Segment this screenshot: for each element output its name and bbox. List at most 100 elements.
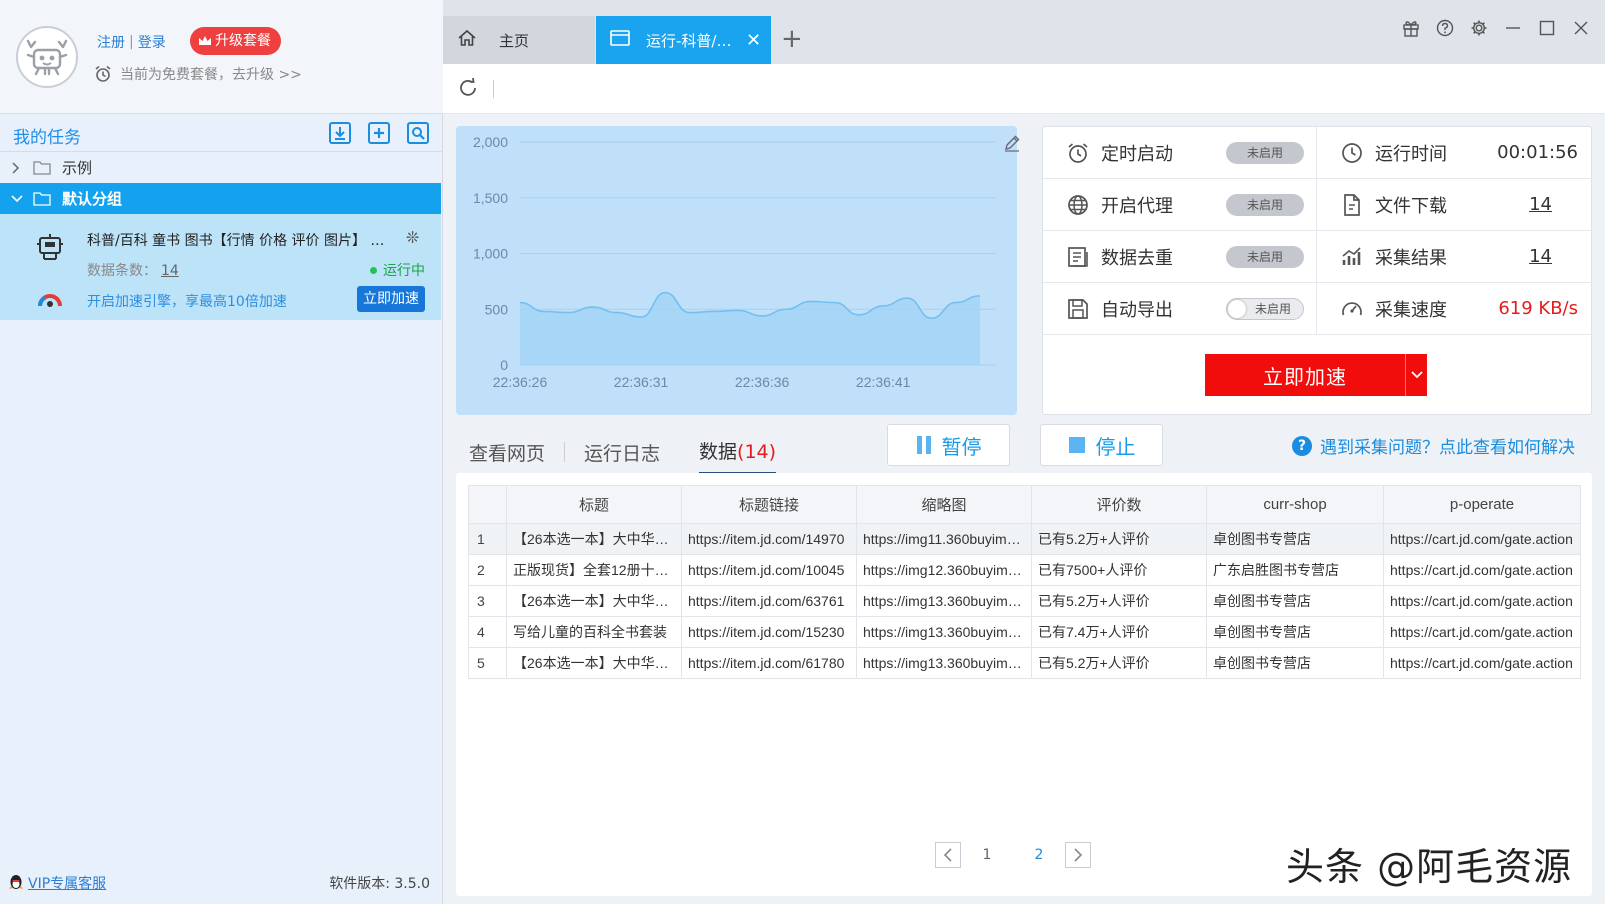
table-row[interactable]: 1 【26本选一本】大中华寻宝系列 https://item.jd.com/14…	[468, 523, 1581, 555]
column-header[interactable]	[468, 485, 507, 524]
column-header[interactable]: 评价数	[1031, 485, 1207, 524]
tab-bar: 主页 运行-科普/百科 童书 ✕ +	[443, 0, 1605, 64]
table-cell[interactable]: https://img13.360buyimg.com	[856, 647, 1032, 679]
stop-button[interactable]: 停止	[1040, 424, 1163, 466]
tab-home[interactable]: 主页	[443, 16, 595, 64]
tab-data[interactable]: 数据(14)	[699, 437, 777, 475]
close-window-icon[interactable]	[1571, 18, 1591, 38]
downloads-row: 文件下载 14	[1317, 179, 1592, 231]
register-link[interactable]: 注册	[97, 32, 125, 52]
avatar[interactable]	[16, 26, 78, 88]
task-card[interactable]: 科普/百科 童书 图书【行情 价格 评价 图片】 京东 ❊ 数据条数： 14 运行…	[0, 214, 441, 320]
table-cell[interactable]: 【26本选一本】大中华寻宝系列	[506, 647, 682, 679]
table-cell[interactable]: https://cart.jd.com/gate.action	[1383, 585, 1581, 617]
table-cell[interactable]: https://img12.360buyimg.com	[856, 554, 1032, 586]
gear-icon[interactable]	[1469, 18, 1489, 38]
pause-button[interactable]: 暂停	[887, 424, 1010, 466]
group-default[interactable]: 默认分组	[0, 183, 441, 214]
table-cell[interactable]: https://cart.jd.com/gate.action	[1383, 616, 1581, 648]
page-2[interactable]: 2	[1013, 847, 1065, 863]
close-icon[interactable]: ✕	[746, 30, 761, 51]
data-count-value[interactable]: 14	[161, 263, 179, 279]
proxy-label: 开启代理	[1101, 195, 1173, 217]
upgrade-plan-label: 升级套餐	[215, 33, 271, 49]
help-link[interactable]: ? 遇到采集问题？点此查看如何解决	[1292, 433, 1575, 458]
chevron-right-icon	[11, 161, 23, 174]
table-cell[interactable]: https://item.jd.com/61780	[681, 647, 857, 679]
table-cell[interactable]: 【26本选一本】大中华寻宝系列	[506, 523, 682, 555]
table-cell[interactable]: 广东启胜图书专营店	[1206, 554, 1384, 586]
table-cell[interactable]: https://item.jd.com/14970	[681, 523, 857, 555]
table-cell[interactable]: https://cart.jd.com/gate.action	[1383, 554, 1581, 586]
table-cell[interactable]: 卓创图书专营店	[1206, 523, 1384, 555]
profile-panel: 注册 | 登录 升级套餐 当前为免费套餐，去升级 >>	[0, 0, 443, 114]
help-icon[interactable]	[1435, 18, 1455, 38]
column-header[interactable]: 标题	[506, 485, 682, 524]
group-example[interactable]: 示例	[0, 152, 441, 183]
column-header[interactable]: curr-shop	[1206, 485, 1384, 524]
dedupe-label: 数据去重	[1101, 247, 1173, 269]
downloads-value[interactable]: 14	[1529, 194, 1552, 215]
table-cell[interactable]: 卓创图书专营店	[1206, 647, 1384, 679]
accelerate-label: 立即加速	[1263, 364, 1347, 389]
table-row[interactable]: 2 正版现货】全套12册十万个为什么 https://item.jd.com/1…	[468, 554, 1581, 586]
upgrade-plan-button[interactable]: 升级套餐	[190, 27, 281, 55]
table-cell[interactable]: https://img13.360buyimg.com	[856, 585, 1032, 617]
refresh-icon[interactable]	[457, 77, 479, 103]
table-cell[interactable]: https://cart.jd.com/gate.action	[1383, 647, 1581, 679]
table-cell[interactable]: https://img11.360buyimg.com	[856, 523, 1032, 555]
table-row[interactable]: 4 写给儿童的百科全书套装 https://item.jd.com/15230 …	[468, 616, 1581, 648]
table-cell[interactable]: 正版现货】全套12册十万个为什么	[506, 554, 682, 586]
address-input[interactable]	[493, 80, 494, 98]
table-cell[interactable]: 已有7.4万+人评价	[1031, 616, 1207, 648]
boost-now-button[interactable]: 立即加速	[357, 286, 425, 312]
table-cell[interactable]: 【26本选一本】大中华寻宝记	[506, 585, 682, 617]
table-cell[interactable]: 已有5.2万+人评价	[1031, 523, 1207, 555]
table-cell[interactable]: https://item.jd.com/10045	[681, 554, 857, 586]
schedule-toggle[interactable]: 未启用	[1226, 142, 1304, 164]
export-toggle[interactable]: 未启用	[1226, 298, 1304, 320]
pause-icon	[916, 436, 931, 454]
import-task-button[interactable]	[326, 120, 353, 146]
column-header[interactable]: p-operate	[1383, 485, 1581, 524]
table-cell[interactable]: 卓创图书专营店	[1206, 616, 1384, 648]
speed-value: 619 KB/s	[1498, 298, 1578, 319]
table-cell[interactable]: https://item.jd.com/15230	[681, 616, 857, 648]
login-link[interactable]: 登录	[138, 32, 166, 52]
tab-run-log[interactable]: 运行日志	[584, 439, 660, 474]
plan-info[interactable]: 当前为免费套餐，去升级 >>	[94, 64, 302, 84]
tab-run[interactable]: 运行-科普/百科 童书 ✕	[596, 16, 771, 64]
table-cell[interactable]: 已有5.2万+人评价	[1031, 647, 1207, 679]
table-cell[interactable]: https://cart.jd.com/gate.action	[1383, 523, 1581, 555]
minimize-icon[interactable]	[1503, 18, 1523, 38]
search-task-button[interactable]	[404, 120, 431, 146]
table-cell[interactable]: 已有5.2万+人评价	[1031, 585, 1207, 617]
table-cell[interactable]: 写给儿童的百科全书套装	[506, 616, 682, 648]
next-page-button[interactable]	[1065, 842, 1091, 868]
new-tab-button[interactable]: +	[781, 24, 803, 54]
table-cell[interactable]: https://img13.360buyimg.com	[856, 616, 1032, 648]
tab-view-page[interactable]: 查看网页	[469, 439, 545, 474]
proxy-toggle[interactable]: 未启用	[1226, 194, 1304, 216]
vip-service-link[interactable]: VIP专属客服	[8, 873, 106, 893]
new-task-button[interactable]	[365, 120, 392, 146]
results-value[interactable]: 14	[1529, 246, 1552, 267]
boost-tip[interactable]: 开启加速引擎，享最高10倍加速	[87, 291, 287, 311]
column-header[interactable]: 标题链接	[681, 485, 857, 524]
table-row[interactable]: 5 【26本选一本】大中华寻宝系列 https://item.jd.com/61…	[468, 647, 1581, 679]
page-1[interactable]: 1	[961, 847, 1013, 863]
table-cell[interactable]: https://item.jd.com/63761	[681, 585, 857, 617]
table-cell[interactable]: 已有7500+人评价	[1031, 554, 1207, 586]
accelerate-button[interactable]: 立即加速	[1205, 354, 1427, 396]
dedupe-toggle[interactable]: 未启用	[1226, 246, 1304, 268]
prev-page-button[interactable]	[935, 842, 961, 868]
table-cell[interactable]: 卓创图书专营店	[1206, 585, 1384, 617]
task-name[interactable]: 科普/百科 童书 图书【行情 价格 评价 图片】 京东	[87, 230, 397, 250]
table-row[interactable]: 3 【26本选一本】大中华寻宝记 https://item.jd.com/637…	[468, 585, 1581, 617]
column-header[interactable]: 缩略图	[856, 485, 1032, 524]
export-row: 自动导出 未启用	[1043, 283, 1317, 335]
chevron-down-icon[interactable]	[1405, 354, 1427, 396]
maximize-icon[interactable]	[1537, 18, 1557, 38]
folder-icon	[33, 160, 51, 175]
gift-icon[interactable]	[1401, 18, 1421, 38]
